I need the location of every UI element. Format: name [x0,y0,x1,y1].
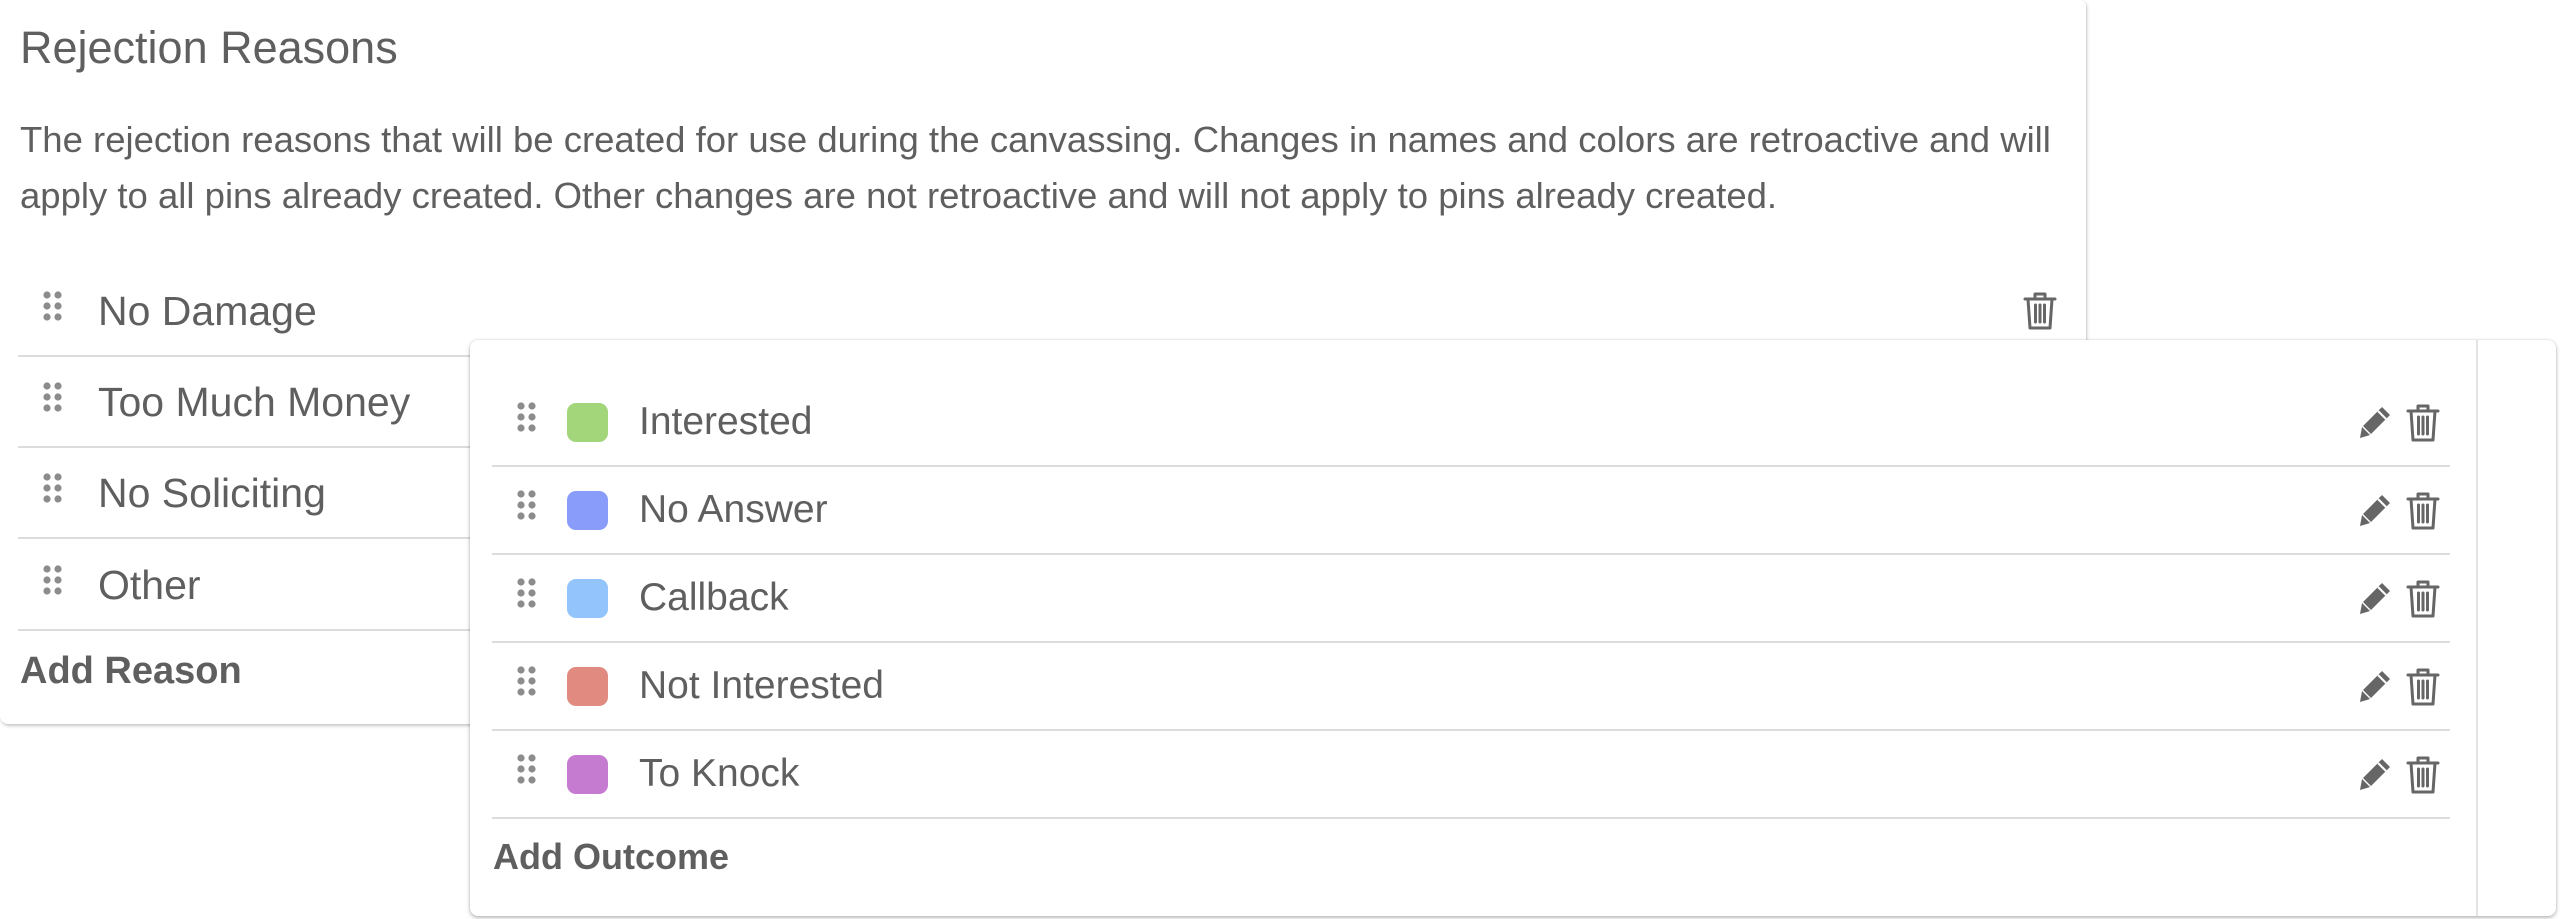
divider [2476,340,2478,916]
outcome-row-no-answer: No Answer [492,467,2450,555]
trash-icon[interactable] [2406,579,2440,619]
color-swatch[interactable] [567,579,608,618]
outcome-row-not-interested: Not Interested [492,643,2450,731]
outcome-label[interactable]: Callback [639,555,789,641]
drag-handle-icon[interactable] [517,578,537,608]
drag-handle-icon[interactable] [43,565,63,595]
color-swatch[interactable] [567,667,608,706]
drag-handle-icon[interactable] [43,473,63,503]
drag-handle-icon[interactable] [517,402,537,432]
pencil-icon[interactable] [2357,404,2393,440]
pencil-icon[interactable] [2357,492,2393,528]
reason-label[interactable]: No Soliciting [98,448,326,539]
color-swatch[interactable] [567,491,608,530]
outcome-label[interactable]: No Answer [639,467,828,553]
trash-icon[interactable] [2023,291,2057,331]
drag-handle-icon[interactable] [43,382,63,412]
outcome-label[interactable]: Interested [639,379,812,465]
color-swatch[interactable] [567,403,608,442]
trash-icon[interactable] [2406,667,2440,707]
outcome-label[interactable]: To Knock [639,731,799,817]
rejection-reasons-title: Rejection Reasons [20,22,398,73]
trash-icon[interactable] [2406,491,2440,531]
outcome-row-to-knock: To Knock [492,731,2450,819]
trash-icon[interactable] [2406,755,2440,795]
add-reason-button[interactable]: Add Reason [20,650,242,693]
trash-icon[interactable] [2406,403,2440,443]
pencil-icon[interactable] [2357,756,2393,792]
pencil-icon[interactable] [2357,580,2393,616]
outcomes-card: Interested No Answer Callback Not Intere… [470,340,2556,916]
outcome-label[interactable]: Not Interested [639,643,884,729]
outcome-row-interested: Interested [492,379,2450,467]
outcome-row-callback: Callback [492,555,2450,643]
color-swatch[interactable] [567,755,608,794]
drag-handle-icon[interactable] [517,754,537,784]
rejection-reasons-description: The rejection reasons that will be creat… [20,119,2051,216]
page: Rejection Reasons The rejection reasons … [0,0,2560,919]
drag-handle-icon[interactable] [43,291,63,321]
reason-label[interactable]: Other [98,540,201,631]
reason-label[interactable]: Too Much Money [98,357,410,448]
pencil-icon[interactable] [2357,668,2393,704]
drag-handle-icon[interactable] [517,490,537,520]
drag-handle-icon[interactable] [517,666,537,696]
reason-label[interactable]: No Damage [98,266,317,357]
add-outcome-button[interactable]: Add Outcome [493,836,729,878]
